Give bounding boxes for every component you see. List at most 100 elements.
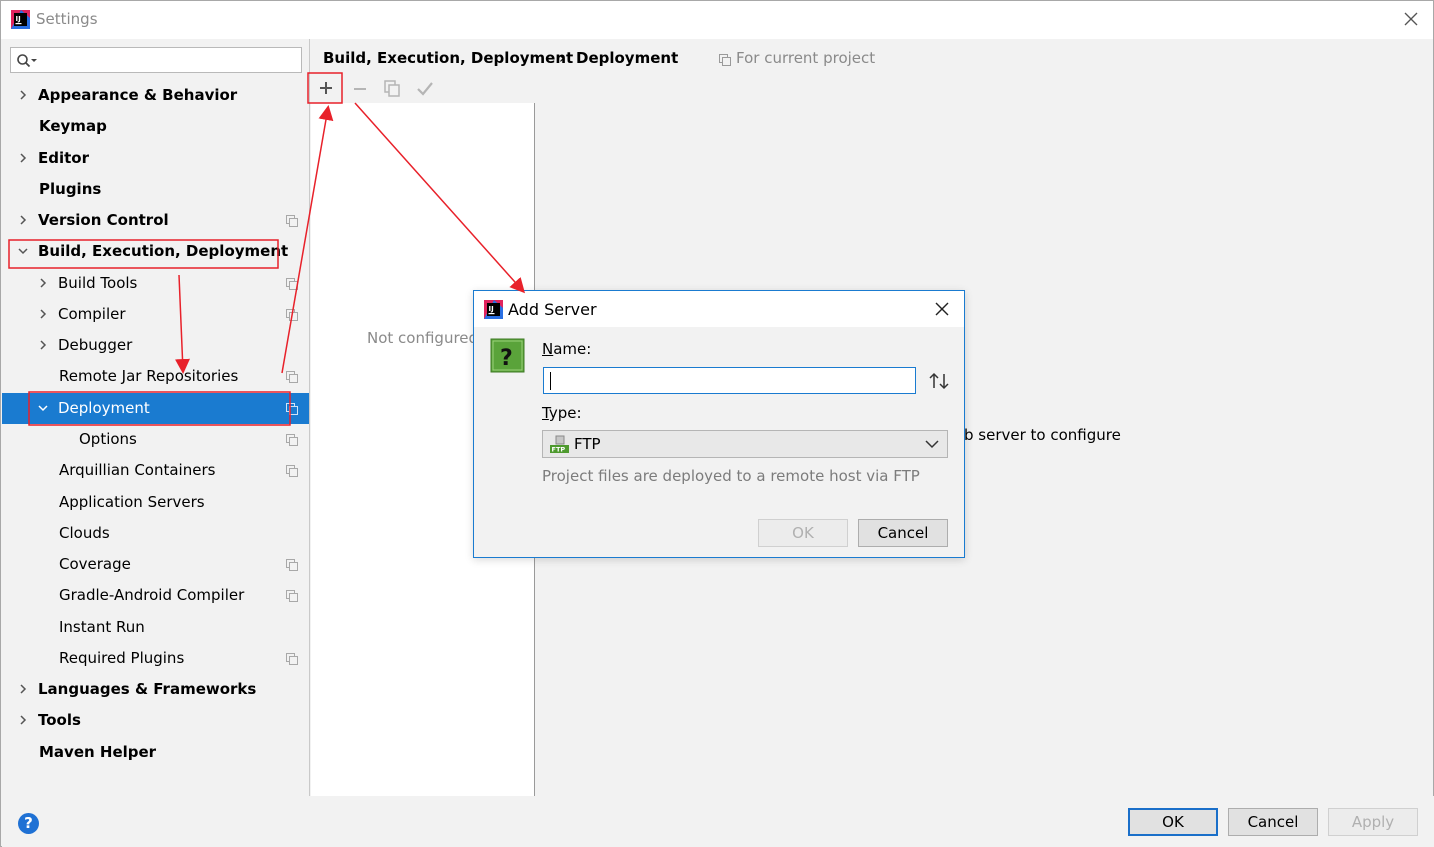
name-label: Name:: [542, 340, 592, 358]
text-caret: [550, 372, 551, 390]
sidebar-item-label: Compiler: [58, 304, 126, 323]
chevron-right-icon[interactable]: [38, 340, 48, 350]
sidebar-item-required-plugins[interactable]: Required Plugins: [2, 643, 309, 674]
sidebar-item-label: Deployment: [58, 398, 150, 417]
sidebar-item-coverage[interactable]: Coverage: [2, 549, 309, 580]
sidebar-item-build-tools[interactable]: Build Tools: [2, 268, 309, 299]
svg-text:IJ: IJ: [489, 305, 494, 313]
dialog-cancel-button[interactable]: Cancel: [858, 519, 948, 547]
sidebar-item-label: Tools: [38, 711, 81, 730]
check-icon[interactable]: [410, 73, 440, 103]
help-button[interactable]: ?: [18, 813, 39, 834]
minus-icon[interactable]: [345, 73, 375, 103]
project-scope-icon: [286, 590, 298, 603]
sidebar-item-label: Keymap: [39, 117, 107, 136]
sidebar-item-plugins[interactable]: Plugins: [2, 174, 309, 205]
sidebar-item-label: Clouds: [59, 523, 110, 542]
configure-hint: b server to configure: [964, 426, 1121, 444]
sidebar-item-label: Plugins: [39, 179, 102, 198]
sidebar-item-arquillian-containers[interactable]: Arquillian Containers: [2, 455, 309, 486]
settings-sidebar: Appearance & Behavior Keymap Editor Plugins…: [2, 39, 310, 796]
search-input[interactable]: [10, 47, 302, 73]
chevron-right-icon[interactable]: [18, 715, 28, 725]
sidebar-item-label: Languages & Frameworks: [38, 680, 257, 699]
sidebar-item-editor[interactable]: Editor: [2, 143, 309, 174]
sidebar-item-label: Coverage: [59, 555, 131, 574]
sidebar-item-gradle-android-compiler[interactable]: Gradle-Android Compiler: [2, 580, 309, 611]
empty-list-text: Not configured: [367, 329, 479, 347]
chevron-down-icon[interactable]: [18, 246, 28, 256]
project-scope-icon: [286, 371, 298, 384]
sidebar-item-build-execution-deployment[interactable]: Build, Execution, Deployment: [2, 236, 309, 267]
chevron-right-icon[interactable]: [18, 684, 28, 694]
settings-window: IJ Settings Appearance & Behavior Keymap E…: [0, 0, 1434, 847]
chevron-right-icon[interactable]: [38, 309, 48, 319]
ok-button[interactable]: OK: [1128, 808, 1218, 836]
sidebar-item-maven-helper[interactable]: Maven Helper: [2, 737, 309, 768]
sidebar-item-label: Editor: [38, 148, 89, 167]
sidebar-item-remote-jar-repositories[interactable]: Remote Jar Repositories: [2, 361, 309, 392]
dialog-ok-button[interactable]: OK: [758, 519, 848, 547]
sidebar-item-compiler[interactable]: Compiler: [2, 299, 309, 330]
sidebar-item-label: Build, Execution, Deployment: [38, 242, 289, 261]
server-type-description: Project files are deployed to a remote h…: [542, 467, 920, 485]
project-scope-icon: [286, 402, 298, 415]
sidebar-item-label: Maven Helper: [39, 742, 157, 761]
dialog-close-icon[interactable]: [934, 301, 950, 317]
apply-button[interactable]: Apply: [1328, 808, 1418, 836]
sidebar-item-version-control[interactable]: Version Control: [2, 205, 309, 236]
ftp-icon: FTP: [550, 435, 569, 454]
type-label: Type:: [542, 404, 582, 422]
sidebar-item-label: Version Control: [38, 211, 169, 230]
server-name-input[interactable]: [543, 367, 916, 394]
sidebar-item-tools[interactable]: Tools: [2, 705, 309, 736]
sidebar-item-deployment[interactable]: Deployment: [2, 392, 309, 424]
sidebar-item-debugger[interactable]: Debugger: [2, 330, 309, 361]
add-server-dialog: IJ Add Server ? Name: Type: FTP FTP Proj…: [473, 290, 965, 558]
project-scope-icon: [286, 215, 298, 228]
sidebar-item-languages-frameworks[interactable]: Languages & Frameworks: [2, 674, 309, 705]
dialog-title: Add Server: [508, 300, 597, 319]
sidebar-item-application-servers[interactable]: Application Servers: [2, 487, 309, 518]
breadcrumb: Build, Execution, Deployment › Deploymen…: [323, 49, 678, 67]
project-scope-icon: [719, 54, 731, 66]
sidebar-item-label: Remote Jar Repositories: [59, 367, 239, 386]
project-scope-icon: [286, 465, 298, 478]
sidebar-item-label: Application Servers: [59, 492, 205, 511]
chevron-right-icon[interactable]: [38, 278, 48, 288]
sidebar-item-label: Options: [79, 429, 137, 448]
title-bar: IJ Settings: [1, 1, 1433, 39]
server-type-select[interactable]: FTP FTP: [542, 430, 948, 458]
breadcrumb-parent: Build, Execution, Deployment: [323, 49, 574, 67]
project-scope-icon: [286, 559, 298, 572]
sidebar-item-keymap[interactable]: Keymap: [2, 111, 309, 142]
question-icon: ?: [490, 338, 525, 373]
sort-icon[interactable]: [928, 371, 950, 391]
svg-text:FTP: FTP: [552, 446, 566, 454]
plus-icon[interactable]: [311, 73, 341, 103]
cancel-button[interactable]: Cancel: [1228, 808, 1318, 836]
svg-text:IJ: IJ: [16, 15, 21, 23]
sidebar-item-label: Gradle-Android Compiler: [59, 586, 245, 605]
intellij-app-icon: IJ: [484, 300, 503, 319]
sidebar-item-instant-run[interactable]: Instant Run: [2, 612, 309, 643]
window-title: Settings: [36, 10, 98, 28]
chevron-right-icon[interactable]: [18, 90, 28, 100]
window-close-icon[interactable]: [1401, 9, 1421, 29]
chevron-down-icon[interactable]: [38, 403, 48, 413]
copy-icon[interactable]: [377, 73, 407, 103]
sidebar-item-label: Appearance & Behavior: [38, 86, 238, 104]
sidebar-item-label: Required Plugins: [59, 648, 185, 667]
chevron-down-icon: [925, 440, 939, 449]
chevron-right-icon[interactable]: [18, 153, 28, 163]
search-icon: [17, 54, 37, 68]
sidebar-item-options[interactable]: Options: [2, 424, 309, 455]
svg-text:?: ?: [500, 346, 513, 371]
sidebar-item-clouds[interactable]: Clouds: [2, 518, 309, 549]
bottom-bar: ? OK Cancel Apply: [2, 796, 1434, 847]
sidebar-item-appearance-behavior[interactable]: Appearance & Behavior: [2, 80, 309, 111]
project-scope-icon: [286, 277, 298, 290]
chevron-right-icon[interactable]: [18, 215, 28, 225]
sidebar-item-label: Debugger: [58, 336, 133, 355]
intellij-app-icon: IJ: [11, 10, 30, 29]
